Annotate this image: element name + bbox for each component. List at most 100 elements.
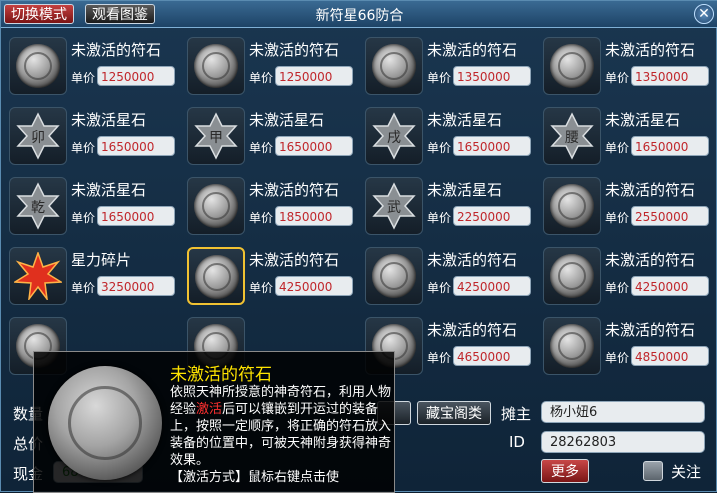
rune-stone-icon xyxy=(550,254,594,298)
item-icon-frame[interactable] xyxy=(543,317,601,375)
item-slot[interactable]: 未激活的符石 单价 4850000 xyxy=(543,315,713,377)
item-name: 未激活星石 xyxy=(427,111,503,129)
unit-price-value: 4250000 xyxy=(453,276,531,296)
item-icon-frame[interactable] xyxy=(187,177,245,235)
item-icon-frame[interactable] xyxy=(9,247,67,305)
unit-price-value: 1650000 xyxy=(453,136,531,156)
unit-price-value: 1650000 xyxy=(631,136,709,156)
item-slot[interactable]: 戌 未激活星石 单价 1650000 xyxy=(365,105,535,167)
star-glyph: 卯 xyxy=(31,130,45,146)
unit-price-label: 单价 xyxy=(427,211,452,225)
star-glyph: 戌 xyxy=(387,130,401,146)
item-slot[interactable]: 卯 未激活星石单价 1650000 xyxy=(9,105,179,167)
item-slot[interactable]: 未激活的符石单价 4250000 xyxy=(365,245,535,307)
star-stone-icon: 武 xyxy=(372,182,416,230)
unit-price-value: 1650000 xyxy=(275,136,353,156)
unit-price-label: 单价 xyxy=(605,211,630,225)
rune-stone-icon xyxy=(550,324,594,368)
item-name: 未激活的符石 xyxy=(71,41,162,59)
rune-stone-icon xyxy=(550,44,594,88)
item-name: 未激活的符石 xyxy=(249,181,340,199)
follow-checkbox[interactable] xyxy=(643,461,663,481)
more-button[interactable]: 更多 xyxy=(541,459,589,483)
item-slot[interactable]: 未激活的符石 单价 1850000 xyxy=(187,175,357,237)
star-glyph: 腰 xyxy=(565,130,579,146)
unit-price-value: 3250000 xyxy=(97,276,175,296)
item-icon-frame[interactable] xyxy=(543,247,601,305)
star-glyph: 武 xyxy=(387,200,401,216)
item-icon-frame[interactable] xyxy=(543,37,601,95)
item-icon-frame[interactable] xyxy=(365,37,423,95)
star-stone-icon: 戌 xyxy=(372,112,416,160)
item-slot[interactable]: 乾 未激活星石 单价 1650000 xyxy=(9,175,179,237)
unit-price-label: 单价 xyxy=(71,281,96,295)
item-slot[interactable]: 腰 未激活星石 单价 1650000 xyxy=(543,105,713,167)
item-slot[interactable]: 甲 未激活星石 单价 1650000 xyxy=(187,105,357,167)
star-stone-icon: 乾 xyxy=(16,182,60,230)
rune-stone-icon xyxy=(195,255,239,299)
item-slot[interactable]: 武 未激活星石 单价 2250000 xyxy=(365,175,535,237)
unit-price-value: 2550000 xyxy=(631,206,709,226)
item-icon-frame[interactable]: 甲 xyxy=(187,107,245,165)
rune-stone-icon xyxy=(372,44,416,88)
item-icon-frame[interactable] xyxy=(543,177,601,235)
unit-price-label: 单价 xyxy=(605,281,630,295)
item-tooltip: 未激活的符石 依照天神所授意的神奇符石，利用人物经验激活后可以镶嵌到开运过的装备… xyxy=(33,351,395,493)
item-slot[interactable]: 星力碎片 单价 3250000 xyxy=(9,245,179,307)
rune-stone-icon xyxy=(550,184,594,228)
item-name: 未激活星石 xyxy=(71,181,147,199)
rune-stone-icon xyxy=(48,366,162,480)
item-icon-frame[interactable]: 卯 xyxy=(9,107,67,165)
unit-price-label: 单价 xyxy=(249,211,274,225)
unit-price-label: 单价 xyxy=(427,281,452,295)
unit-price-value: 2250000 xyxy=(453,206,531,226)
rune-stone-icon xyxy=(372,254,416,298)
item-slot[interactable]: 未激活的符石 单价 2550000 xyxy=(543,175,713,237)
unit-price-value: 4850000 xyxy=(631,346,709,366)
unit-price-label: 单价 xyxy=(249,71,274,85)
item-icon-frame[interactable]: 戌 xyxy=(365,107,423,165)
unit-price-value: 1650000 xyxy=(97,136,175,156)
close-icon[interactable]: ✕ xyxy=(694,4,714,24)
tooltip-description: 依照天神所授意的神奇符石，利用人物经验激活后可以镶嵌到开运过的装备上，按照一定顺… xyxy=(170,384,392,486)
treasure-pavilion-button[interactable]: 藏宝阁类 xyxy=(417,401,491,425)
item-icon-frame[interactable] xyxy=(187,37,245,95)
item-icon-frame[interactable] xyxy=(365,247,423,305)
id-field: 28262803 xyxy=(541,431,705,453)
item-name: 未激活星石 xyxy=(71,111,147,129)
unit-price-value: 1350000 xyxy=(631,66,709,86)
item-slot[interactable]: 未激活的符石 单价 1250000 xyxy=(9,35,179,97)
owner-field: 杨小妞6 xyxy=(541,401,705,423)
star-stone-icon: 甲 xyxy=(194,112,238,160)
unit-price-label: 单价 xyxy=(605,141,630,155)
item-icon-frame[interactable]: 腰 xyxy=(543,107,601,165)
star-stone-icon: 腰 xyxy=(550,112,594,160)
item-slot[interactable]: 未激活的符石 单价 1250000 xyxy=(187,35,357,97)
star-shard-icon xyxy=(14,252,62,300)
item-icon-frame[interactable]: 武 xyxy=(365,177,423,235)
item-icon-frame[interactable]: 乾 xyxy=(9,177,67,235)
item-name: 未激活的符石 xyxy=(427,41,518,59)
item-slot[interactable]: 未激活的符石 单价 4250000 xyxy=(543,245,713,307)
window-title: 新符星66防合 xyxy=(315,8,404,24)
unit-price-label: 单价 xyxy=(427,71,452,85)
unit-price-value: 1250000 xyxy=(275,66,353,86)
tooltip-title: 未激活的符石 xyxy=(170,365,272,385)
item-slot[interactable]: 未激活的符石单价 1350000 xyxy=(543,35,713,97)
item-icon-frame[interactable] xyxy=(187,247,245,305)
owner-label: 摊主 xyxy=(501,405,532,423)
shop-window: 切换模式 观看图鉴 新符星66防合 ✕ 未激活的符石 单价 1250000 未激活的符… xyxy=(0,0,717,493)
item-name: 未激活的符石 xyxy=(605,251,696,269)
item-icon-frame[interactable] xyxy=(9,37,67,95)
item-name: 未激活的符石 xyxy=(427,251,518,269)
unit-price-label: 单价 xyxy=(605,71,630,85)
unit-price-value: 1250000 xyxy=(97,66,175,86)
rune-stone-icon xyxy=(194,44,238,88)
item-slot[interactable]: 未激活的符石 单价 4250000 xyxy=(187,245,357,307)
item-name: 未激活的符石 xyxy=(427,321,518,339)
unit-price-label: 单价 xyxy=(71,141,96,155)
item-slot[interactable]: 未激活的符石 单价 1350000 xyxy=(365,35,535,97)
unit-price-label: 单价 xyxy=(249,281,274,295)
item-name: 未激活的符石 xyxy=(605,321,696,339)
item-name: 未激活的符石 xyxy=(605,41,696,59)
